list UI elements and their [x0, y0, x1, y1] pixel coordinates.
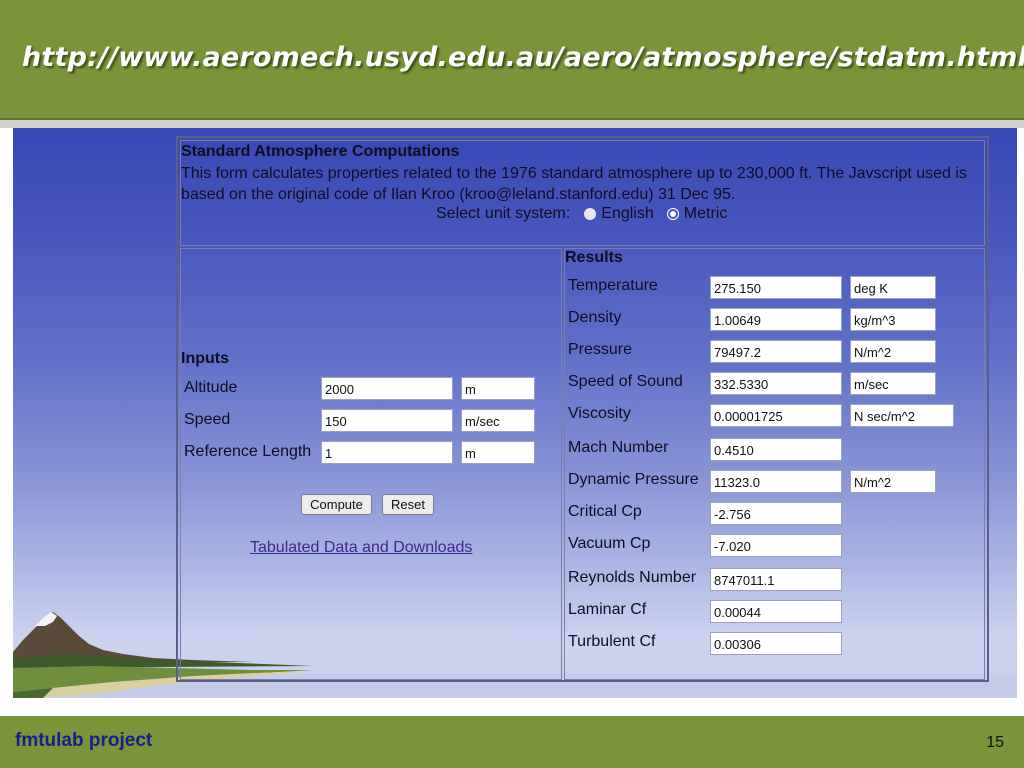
- form-description: This form calculates properties related …: [181, 165, 967, 203]
- footer-project-label: fmtulab project: [15, 730, 153, 751]
- footer-bar: fmtulab project 15: [0, 716, 1024, 768]
- radio-metric-label: Metric: [683, 205, 728, 222]
- radio-metric[interactable]: [666, 208, 679, 220]
- tabulated-data-link[interactable]: Tabulated Data and Downloads: [250, 539, 472, 557]
- result-value-field[interactable]: 0.00001725: [710, 404, 842, 427]
- bottom-spacer: [0, 698, 1024, 716]
- result-value-field[interactable]: 0.00306: [710, 632, 842, 655]
- reference-length-unit-field[interactable]: m: [461, 441, 535, 464]
- result-label: Dynamic Pressure: [568, 471, 699, 488]
- input-label-speed: Speed: [184, 411, 231, 428]
- result-value-field[interactable]: 332.5330: [710, 372, 842, 395]
- result-value-field[interactable]: 275.150: [710, 276, 842, 299]
- reference-length-input[interactable]: 1: [321, 441, 453, 464]
- result-unit-field[interactable]: N/m^2: [850, 470, 936, 493]
- form-title: Standard Atmosphere Computations: [181, 143, 460, 160]
- input-label-altitude: Altitude: [184, 379, 238, 396]
- result-unit-field[interactable]: N/m^2: [850, 340, 936, 363]
- result-value-field[interactable]: -7.020: [710, 534, 842, 557]
- result-value-field[interactable]: 8747011.1: [710, 568, 842, 591]
- unit-system-label: Select unit system:: [436, 205, 571, 222]
- reset-button[interactable]: Reset: [382, 494, 434, 515]
- input-label-reference-length: Reference Length: [184, 443, 312, 460]
- result-unit-field[interactable]: N sec/m^2: [850, 404, 954, 427]
- embedded-webpage-screenshot: Standard Atmosphere Computations This fo…: [13, 128, 1017, 698]
- result-value-field[interactable]: 0.00044: [710, 600, 842, 623]
- result-label: Pressure: [568, 341, 633, 358]
- result-label: Mach Number: [568, 439, 669, 456]
- result-label: Reynolds Number: [568, 569, 697, 586]
- compute-button[interactable]: Compute: [301, 494, 372, 515]
- inputs-heading: Inputs: [181, 350, 229, 367]
- result-value-field[interactable]: 11323.0: [710, 470, 842, 493]
- results-heading: Results: [565, 249, 623, 266]
- title-bar: http://www.aeromech.usyd.edu.au/aero/atm…: [0, 0, 1024, 120]
- unit-system-selector: Select unit system: English Metric: [436, 205, 727, 223]
- result-value-field[interactable]: 1.00649: [710, 308, 842, 331]
- radio-english-label: English: [601, 205, 654, 222]
- slide-title-url: http://www.aeromech.usyd.edu.au/aero/atm…: [22, 42, 1024, 73]
- result-value-field[interactable]: 0.4510: [710, 438, 842, 461]
- result-label: Viscosity: [568, 405, 631, 422]
- result-value-field[interactable]: 79497.2: [710, 340, 842, 363]
- speed-unit-field[interactable]: m/sec: [461, 409, 535, 432]
- result-unit-field[interactable]: kg/m^3: [850, 308, 936, 331]
- result-label: Turbulent Cf: [568, 633, 656, 650]
- result-unit-field[interactable]: deg K: [850, 276, 936, 299]
- altitude-unit-field[interactable]: m: [461, 377, 535, 400]
- page-number: 15: [986, 734, 1004, 751]
- result-unit-field[interactable]: m/sec: [850, 372, 936, 395]
- altitude-input[interactable]: 2000: [321, 377, 453, 400]
- result-label: Critical Cp: [568, 503, 642, 520]
- result-label: Speed of Sound: [568, 373, 683, 390]
- radio-english[interactable]: [584, 208, 597, 220]
- inputs-panel: [180, 248, 562, 680]
- speed-input[interactable]: 150: [321, 409, 453, 432]
- result-value-field[interactable]: -2.756: [710, 502, 842, 525]
- result-label: Density: [568, 309, 622, 326]
- result-label: Vacuum Cp: [568, 535, 651, 552]
- result-label: Temperature: [568, 277, 658, 294]
- title-divider: [0, 120, 1024, 128]
- result-label: Laminar Cf: [568, 601, 647, 618]
- slide: http://www.aeromech.usyd.edu.au/aero/atm…: [0, 0, 1024, 768]
